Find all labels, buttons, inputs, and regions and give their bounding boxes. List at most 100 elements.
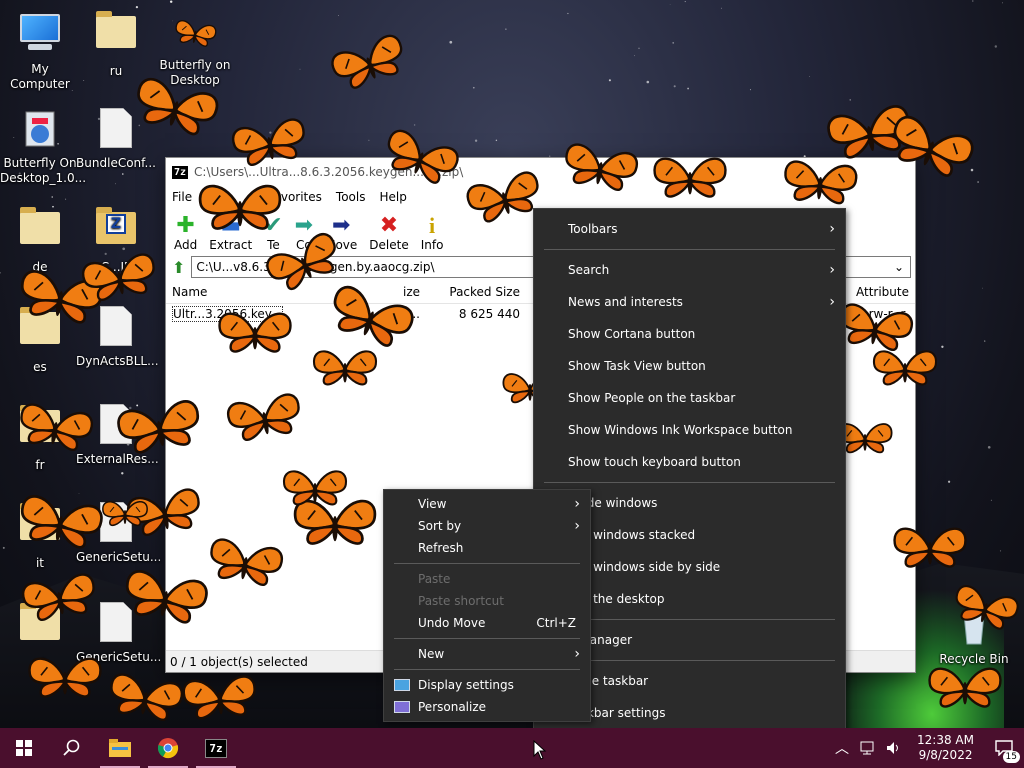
delete-button[interactable]: ✖ Delete	[369, 214, 409, 253]
personalize-icon	[394, 701, 410, 713]
taskbar-app-file-explorer[interactable]	[96, 728, 144, 768]
start-button[interactable]	[0, 728, 48, 768]
desktop-icon-zip[interactable]: Z C...IP	[76, 206, 156, 275]
desktop-icon-it[interactable]: it	[0, 502, 80, 571]
desktop-icon-recycle-bin[interactable]: Recycle Bin	[934, 604, 1014, 667]
menu-item-label: View	[418, 497, 447, 511]
move-button[interactable]: ➡ Move	[325, 213, 358, 253]
chevron-up-icon[interactable]: ︿	[829, 738, 855, 758]
add-button[interactable]: ✚ Add	[174, 213, 197, 253]
column-size[interactable]: ize	[366, 285, 426, 299]
menu-item[interactable]: Search ›	[534, 254, 845, 286]
desktop-icon-label: it	[35, 556, 45, 570]
menu-item[interactable]: Personalize	[384, 696, 590, 718]
chrome-icon	[157, 738, 179, 759]
document-icon	[18, 307, 62, 356]
menu-item[interactable]: Show touch keyboard button	[534, 446, 845, 478]
desktop-icon-de[interactable]: de	[0, 206, 80, 275]
menu-item-label: New	[418, 647, 445, 661]
desktop-icon-label: es	[33, 360, 47, 374]
menu-edit[interactable]: E	[206, 190, 214, 204]
chevron-right-icon: ›	[574, 496, 580, 512]
network-icon[interactable]	[859, 740, 877, 756]
desktop-icon-pt[interactable]: pt	[0, 602, 80, 671]
document-icon	[18, 405, 62, 454]
window-title: C:\Users\...Ultra...8.6.3.2056.keygen...…	[194, 165, 464, 179]
web-document-icon	[94, 404, 138, 448]
up-folder-icon[interactable]: ⬆	[172, 258, 185, 277]
menu-separator	[394, 638, 580, 639]
notification-badge: 15	[1002, 751, 1020, 763]
extract-button[interactable]: ▬ Extract	[209, 214, 252, 253]
menu-item[interactable]: Undo Move Ctrl+Z	[384, 612, 590, 634]
desktop-icon-genericsetup-1[interactable]: GenericSetu...	[76, 502, 161, 565]
document-icon	[18, 207, 62, 256]
menu-item[interactable]: News and interests ›	[534, 286, 845, 318]
desktop-icon-my-computer[interactable]: My Computer	[0, 10, 80, 92]
menu-separator	[544, 249, 835, 250]
status-text: 0 / 1 object(s) selected	[170, 654, 308, 669]
desktop-icon-label: pt	[33, 656, 47, 670]
menu-item-label: Search	[568, 263, 610, 277]
column-name[interactable]: Name	[166, 285, 366, 299]
file-name: Ultr...3.2056.key...	[172, 306, 283, 322]
menu-item[interactable]: Display settings	[384, 674, 590, 696]
desktop-icon-butterfly-shortcut[interactable]: Butterfly on Desktop	[155, 10, 235, 88]
desktop-icon-butterfly-installer[interactable]: Butterfly On Desktop_1.0...	[0, 108, 87, 186]
menu-favorites[interactable]: Favorites	[268, 190, 322, 204]
window-titlebar[interactable]: 7z C:\Users\...Ultra...8.6.3.2056.keygen…	[166, 158, 915, 186]
taskbar-app-chrome[interactable]	[144, 728, 192, 768]
menu-item[interactable]: Sort by ›	[384, 515, 590, 537]
volume-icon[interactable]	[885, 740, 903, 756]
menu-help[interactable]: Help	[379, 190, 406, 204]
button-label: Delete	[369, 238, 409, 252]
desktop-context-menu: View › Sort by › Refresh Paste Paste shortcut U…	[383, 489, 591, 722]
file-explorer-icon	[109, 739, 131, 757]
chevron-right-icon: ›	[829, 221, 835, 237]
menu-item-label: Paste	[418, 572, 451, 586]
menu-item-label: ...w windows stacked	[568, 528, 696, 542]
7zip-icon: 7z	[205, 738, 227, 758]
test-button[interactable]: ✔ Te	[264, 214, 282, 253]
chevron-right-icon: ›	[574, 646, 580, 662]
menu-item[interactable]: Refresh	[384, 537, 590, 559]
desktop-icon-fr[interactable]: fr	[0, 404, 80, 473]
menu-tools[interactable]: Tools	[336, 190, 366, 204]
document-icon	[94, 108, 138, 152]
menu-item[interactable]: Toolbars ›	[534, 213, 845, 245]
clock[interactable]: 12:38 AM 9/8/2022	[907, 733, 984, 763]
move-icon: ➡	[331, 213, 351, 238]
desktop-icon-bundleconf[interactable]: BundleConf...	[76, 108, 156, 171]
desktop-icon-label: DynActsBLL...	[76, 354, 159, 368]
desktop-icon-genericsetup-2[interactable]: GenericSetu...	[76, 602, 162, 665]
menu-item-label: Show touch keyboard button	[568, 455, 741, 469]
taskbar-app-7zip[interactable]: 7z	[192, 728, 240, 768]
add-icon: ✚	[176, 213, 195, 238]
menu-item[interactable]: Show Windows Ink Workspace button	[534, 414, 845, 446]
setup-icon	[94, 602, 138, 646]
desktop-icon-dynacts[interactable]: DynActsBLL...	[76, 306, 159, 369]
desktop-icon-label: Butterfly on Desktop	[159, 58, 231, 87]
copy-icon: ➡	[294, 213, 314, 238]
desktop-icon-externalres[interactable]: ExternalRes...	[76, 404, 159, 467]
desktop-icon-label: Butterfly On Desktop_1.0...	[0, 156, 87, 185]
action-center-button[interactable]: 15	[984, 728, 1024, 768]
info-button[interactable]: i Info	[421, 214, 444, 253]
chevron-down-icon[interactable]: ⌄	[888, 260, 910, 274]
menu-item[interactable]: Show Cortana button	[534, 318, 845, 350]
desktop-icon-es[interactable]: es	[0, 306, 80, 375]
computer-icon	[18, 14, 62, 58]
desktop-icon-ru[interactable]: ru	[76, 10, 156, 79]
menu-item-label: Display settings	[418, 678, 514, 692]
desktop-icon-label: GenericSetu...	[76, 650, 162, 664]
column-packed-size[interactable]: Packed Size	[426, 285, 526, 299]
copy-button[interactable]: ➡ Co	[294, 213, 314, 253]
menu-item[interactable]: New ›	[384, 643, 590, 665]
menu-item[interactable]: View ›	[384, 493, 590, 515]
menu-item[interactable]: Show Task View button	[534, 350, 845, 382]
search-button[interactable]	[48, 728, 96, 768]
menu-file[interactable]: File	[172, 190, 192, 204]
menu-item[interactable]: Show People on the taskbar	[534, 382, 845, 414]
button-label: Move	[325, 238, 358, 252]
menu-bar: File E Favorites Tools Help	[166, 186, 915, 208]
